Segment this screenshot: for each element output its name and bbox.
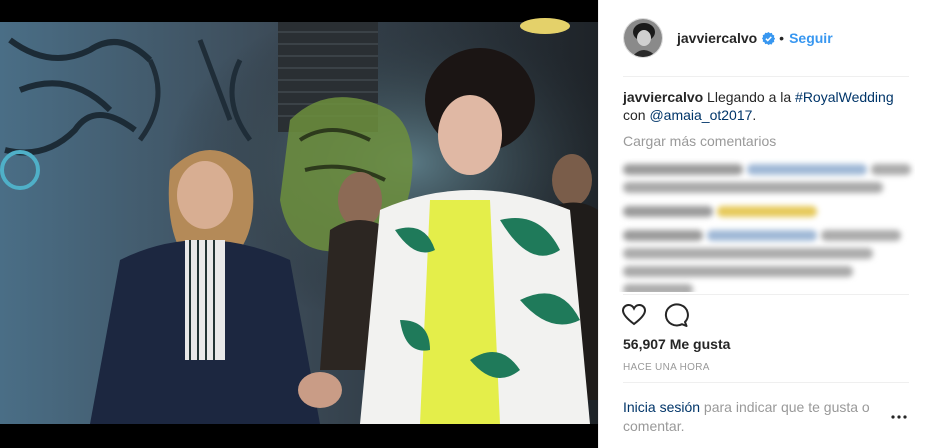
post-header: javviercalvo • Seguir <box>599 0 931 76</box>
more-options-icon[interactable] <box>891 414 907 420</box>
separator-dot: • <box>779 30 785 46</box>
verified-badge-icon <box>762 31 776 45</box>
caption-text-mid: con <box>623 107 650 123</box>
actions-divider <box>623 382 909 383</box>
avatar-image <box>624 19 662 57</box>
comment-bubble-icon[interactable] <box>663 302 689 328</box>
heart-outline-icon[interactable] <box>621 302 647 328</box>
post-timestamp[interactable]: HACE UNA HORA <box>623 362 710 373</box>
post-caption: javviercalvo Llegando a la #RoyalWedding… <box>623 88 913 124</box>
post-video[interactable] <box>0 0 598 448</box>
video-frame-image <box>0 0 598 448</box>
caption-username[interactable]: javviercalvo <box>623 89 703 105</box>
follow-button[interactable]: Seguir <box>789 30 833 46</box>
blurred-comments <box>619 158 915 292</box>
caption-text-end: . <box>752 107 757 123</box>
post-sidebar: javviercalvo • Seguir javviercalvo Llega… <box>598 0 931 448</box>
login-link[interactable]: Inicia sesión <box>623 399 700 415</box>
mention-link[interactable]: @amaia_ot2017 <box>649 107 752 123</box>
avatar[interactable] <box>623 18 663 58</box>
comments-divider <box>623 294 909 295</box>
load-more-comments-button[interactable]: Cargar más comentarios <box>623 133 776 149</box>
username[interactable]: javviercalvo <box>677 30 757 46</box>
post-actions <box>621 302 689 330</box>
caption-text: Llegando a la <box>703 89 796 105</box>
hashtag-link[interactable]: #RoyalWedding <box>795 89 894 105</box>
instagram-post: javviercalvo • Seguir javviercalvo Llega… <box>0 0 931 448</box>
header-divider <box>623 76 909 77</box>
likes-count[interactable]: 56,907 Me gusta <box>623 336 730 352</box>
login-prompt: Inicia sesión para indicar que te gusta … <box>623 398 893 436</box>
